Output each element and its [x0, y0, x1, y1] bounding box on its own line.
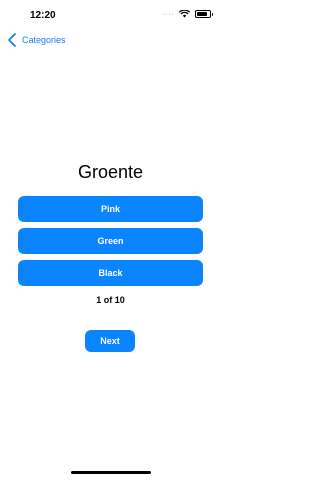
answer-button-pink[interactable]: Pink — [18, 196, 203, 222]
battery-level — [197, 12, 207, 16]
quiz-word: Groente — [77, 162, 144, 182]
chevron-left-icon — [8, 33, 16, 47]
wifi-icon — [179, 10, 190, 18]
answer-list: Pink Green Black — [18, 196, 203, 292]
battery-icon — [195, 10, 213, 18]
status-icons: ···· — [162, 10, 213, 18]
back-button-label: Categories — [22, 35, 66, 45]
home-indicator[interactable] — [71, 471, 151, 474]
status-bar: 12:20 ···· — [0, 0, 221, 30]
answer-button-green[interactable]: Green — [18, 228, 203, 254]
progress-label: 1 of 10 — [96, 295, 125, 305]
answer-button-black[interactable]: Black — [18, 260, 203, 286]
back-button[interactable]: Categories — [6, 32, 66, 48]
next-button[interactable]: Next — [85, 330, 135, 352]
cellular-dots-icon: ···· — [162, 10, 174, 18]
status-time: 12:20 — [30, 10, 56, 21]
